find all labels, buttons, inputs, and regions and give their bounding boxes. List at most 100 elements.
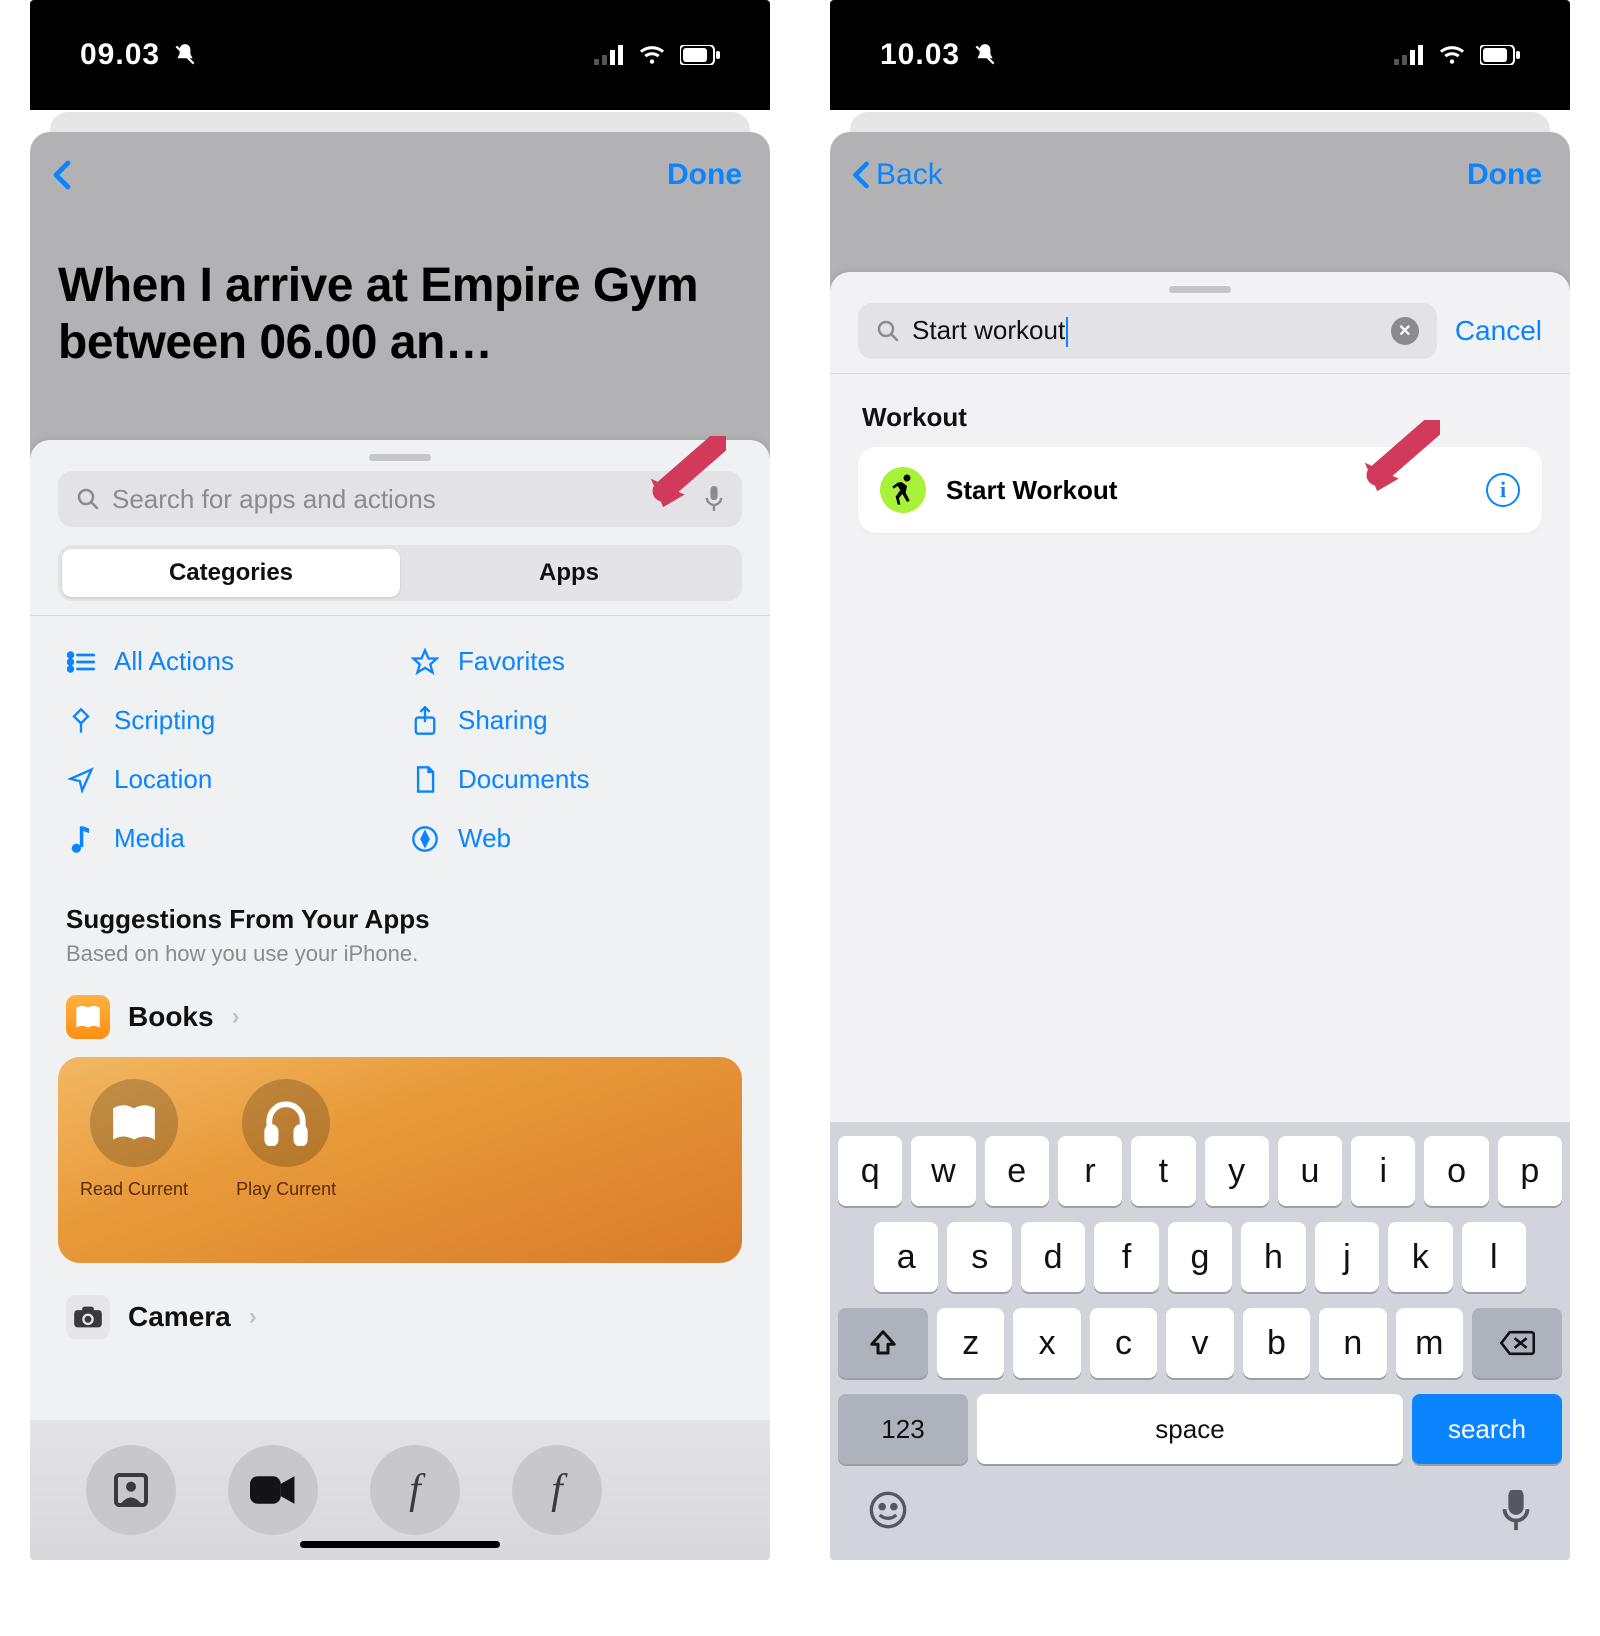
list-icon	[66, 647, 96, 677]
books-action-play[interactable]: Play Current	[236, 1079, 336, 1200]
app-row-label: Camera	[128, 1301, 231, 1333]
mute-icon	[172, 42, 198, 68]
done-button[interactable]: Done	[1467, 158, 1542, 192]
modal-header: Back Done	[830, 132, 1570, 218]
search-text[interactable]: Start workout	[912, 315, 1068, 347]
dock-btn-2[interactable]	[228, 1445, 318, 1535]
keyboard[interactable]: qwertyuiop asdfghjkl zxcvbnm 123 space s…	[830, 1122, 1570, 1560]
key-g[interactable]: g	[1168, 1222, 1232, 1292]
wifi-icon	[638, 44, 666, 66]
key-t[interactable]: t	[1131, 1136, 1195, 1206]
cat-location[interactable]: Location	[66, 764, 390, 795]
app-row-camera[interactable]: Camera ›	[30, 1285, 770, 1349]
key-p[interactable]: p	[1498, 1136, 1562, 1206]
key-s[interactable]: s	[947, 1222, 1011, 1292]
key-z[interactable]: z	[937, 1308, 1004, 1378]
cat-all-actions[interactable]: All Actions	[66, 646, 390, 677]
cancel-button[interactable]: Cancel	[1455, 315, 1542, 347]
battery-icon	[680, 45, 720, 65]
key-b[interactable]: b	[1243, 1308, 1310, 1378]
cat-web[interactable]: Web	[410, 823, 734, 854]
shift-key[interactable]	[838, 1308, 928, 1378]
key-y[interactable]: y	[1205, 1136, 1269, 1206]
dock-btn-3[interactable]: f	[370, 1445, 460, 1535]
search-input[interactable]	[112, 484, 692, 515]
sheet-grabber[interactable]	[369, 454, 431, 461]
home-indicator[interactable]	[300, 1541, 500, 1548]
cat-media[interactable]: Media	[66, 823, 390, 854]
modal-card: Back Done Start workout ✕ Cancel	[830, 132, 1570, 1560]
cat-sharing[interactable]: Sharing	[410, 705, 734, 736]
key-w[interactable]: w	[911, 1136, 975, 1206]
key-v[interactable]: v	[1166, 1308, 1233, 1378]
key-r[interactable]: r	[1058, 1136, 1122, 1206]
result-section-header: Workout	[858, 402, 1542, 447]
status-bar: 09.03	[30, 0, 770, 110]
search-icon	[76, 487, 100, 511]
share-icon	[410, 706, 440, 736]
book-open-icon	[90, 1079, 178, 1167]
delete-key[interactable]	[1472, 1308, 1562, 1378]
segmented-control[interactable]: Categories Apps	[58, 545, 742, 601]
results: Workout Start Workout i	[830, 374, 1570, 533]
mic-icon[interactable]	[704, 486, 724, 512]
info-button[interactable]: i	[1486, 473, 1520, 507]
done-button[interactable]: Done	[667, 158, 742, 192]
scripting-icon	[66, 706, 96, 736]
key-o[interactable]: o	[1424, 1136, 1488, 1206]
automation-title: When I arrive at Empire Gym between 06.0…	[30, 218, 770, 415]
wifi-icon	[1438, 44, 1466, 66]
space-key[interactable]: space	[977, 1394, 1403, 1464]
headphones-icon	[242, 1079, 330, 1167]
emoji-key[interactable]	[868, 1490, 908, 1530]
dock-btn-4[interactable]: f	[512, 1445, 602, 1535]
cat-documents[interactable]: Documents	[410, 764, 734, 795]
key-l[interactable]: l	[1462, 1222, 1526, 1292]
key-i[interactable]: i	[1351, 1136, 1415, 1206]
key-q[interactable]: q	[838, 1136, 902, 1206]
key-j[interactable]: j	[1315, 1222, 1379, 1292]
result-start-workout[interactable]: Start Workout i	[858, 447, 1542, 533]
action-picker-sheet: Start workout ✕ Cancel Workout Start Wor…	[830, 272, 1570, 1560]
back-button[interactable]	[40, 160, 72, 190]
tab-apps[interactable]: Apps	[400, 549, 738, 597]
key-c[interactable]: c	[1090, 1308, 1157, 1378]
search-key[interactable]: search	[1412, 1394, 1562, 1464]
phone-right: 10.03 Back Done	[830, 0, 1570, 1560]
key-a[interactable]: a	[874, 1222, 938, 1292]
back-button[interactable]: Back	[840, 158, 943, 192]
key-x[interactable]: x	[1013, 1308, 1080, 1378]
workout-icon	[880, 467, 926, 513]
key-k[interactable]: k	[1388, 1222, 1452, 1292]
key-m[interactable]: m	[1396, 1308, 1463, 1378]
tab-categories[interactable]: Categories	[62, 549, 400, 597]
dock-btn-1[interactable]	[86, 1445, 176, 1535]
camera-icon	[66, 1295, 110, 1339]
battery-icon	[1480, 45, 1520, 65]
key-n[interactable]: n	[1319, 1308, 1386, 1378]
clear-button[interactable]: ✕	[1391, 317, 1419, 345]
key-f[interactable]: f	[1094, 1222, 1158, 1292]
cat-scripting[interactable]: Scripting	[66, 705, 390, 736]
modal-card: Done When I arrive at Empire Gym between…	[30, 132, 770, 1560]
chevron-right-icon: ›	[232, 1003, 240, 1031]
suggestions-header: Suggestions From Your Apps	[30, 878, 770, 937]
star-icon	[410, 647, 440, 677]
key-d[interactable]: d	[1021, 1222, 1085, 1292]
app-row-books[interactable]: Books ›	[30, 985, 770, 1049]
sheet-grabber[interactable]	[1169, 286, 1231, 293]
key-h[interactable]: h	[1241, 1222, 1305, 1292]
search-bar[interactable]: Start workout ✕	[858, 303, 1437, 359]
key-e[interactable]: e	[985, 1136, 1049, 1206]
search-bar[interactable]	[58, 471, 742, 527]
location-icon	[66, 765, 96, 795]
categories-grid: All Actions Favorites Scripting Sharing …	[30, 616, 770, 878]
compass-icon	[410, 824, 440, 854]
books-action-read[interactable]: Read Current	[80, 1079, 188, 1200]
dictation-key[interactable]	[1500, 1490, 1532, 1532]
cellular-icon	[1394, 45, 1424, 65]
result-label: Start Workout	[946, 475, 1466, 506]
numbers-key[interactable]: 123	[838, 1394, 968, 1464]
cat-favorites[interactable]: Favorites	[410, 646, 734, 677]
key-u[interactable]: u	[1278, 1136, 1342, 1206]
